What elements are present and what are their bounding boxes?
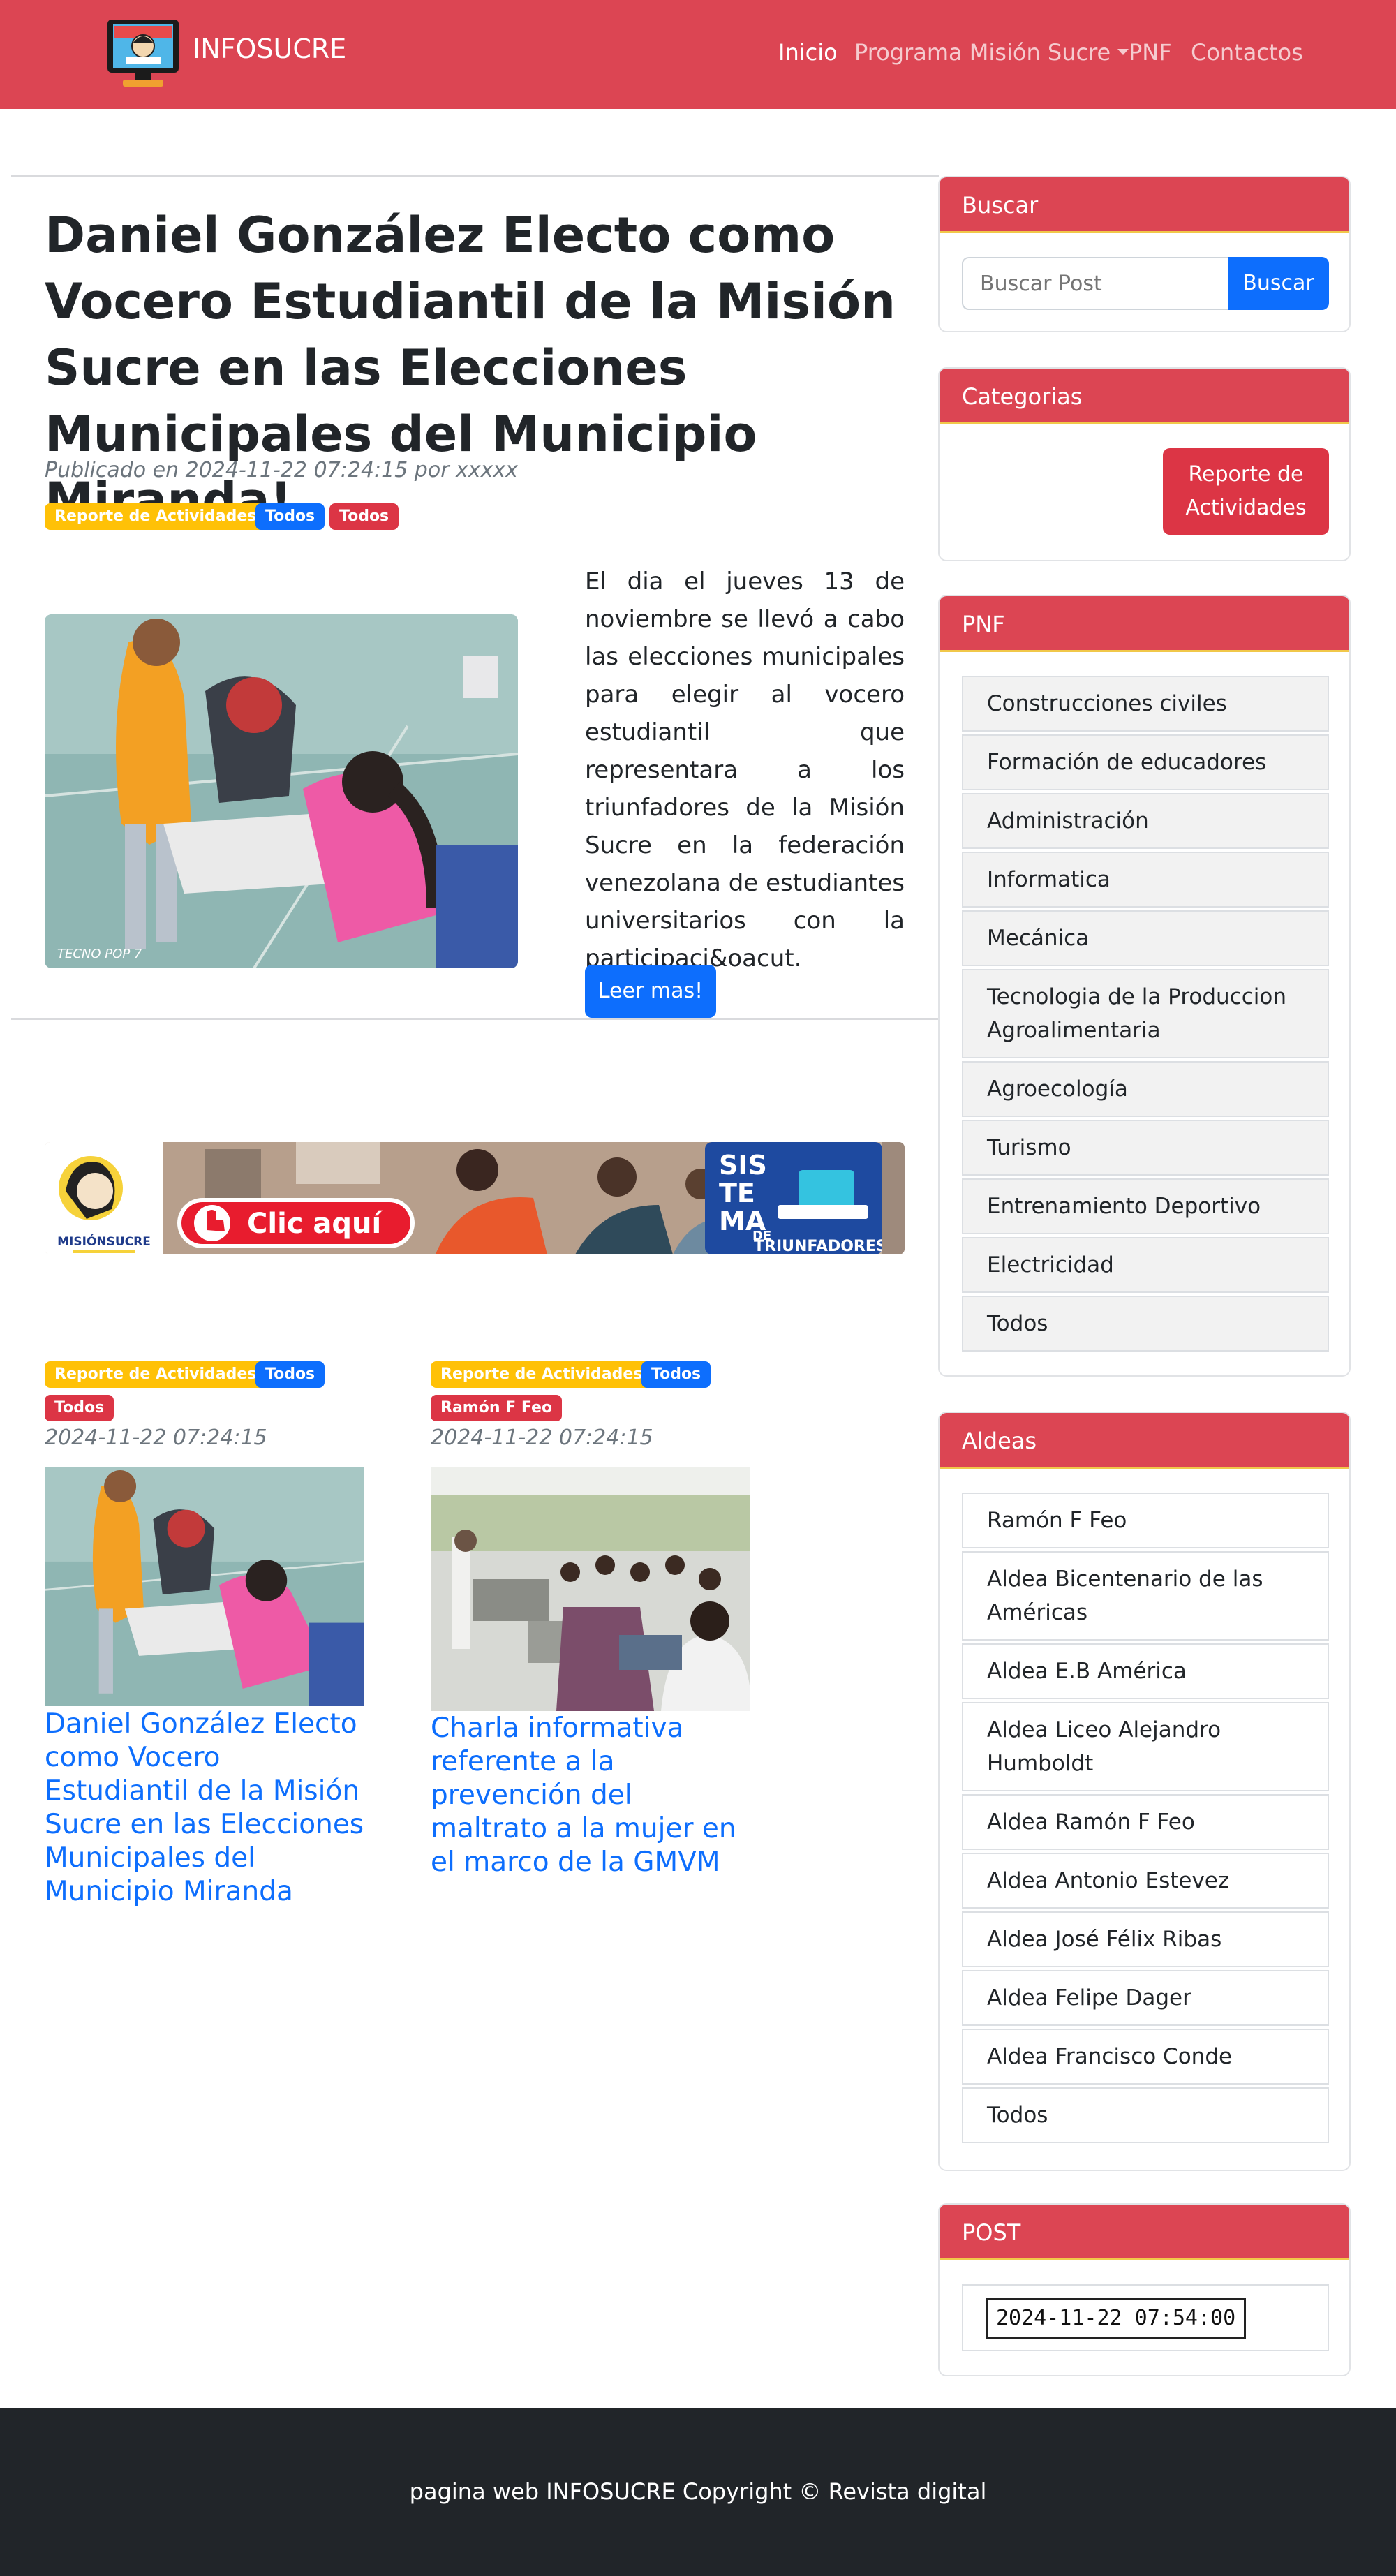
pnf-item[interactable]: Todos — [962, 1296, 1329, 1352]
post-list-item[interactable]: 2024-11-22 07:54:00 — [962, 2284, 1329, 2351]
pnf-widget: PNF Construcciones civiles Formación de … — [938, 595, 1351, 1377]
aldea-item[interactable]: Aldea Liceo Alejandro Humboldt — [962, 1702, 1329, 1791]
nav-link-inicio[interactable]: Inicio — [778, 39, 838, 66]
footer-copyright: pagina web INFOSUCRE Copyright © Revista… — [409, 2478, 987, 2505]
promo-banner[interactable]: MISIÓNSUCRE Clic aquí SIS TE MA DE TRIUN… — [45, 1142, 905, 1254]
card-badge-category[interactable]: Reporte de Actividades — [45, 1361, 267, 1388]
pnf-item[interactable]: Informatica — [962, 852, 1329, 908]
aldea-item[interactable]: Aldea Ramón F Feo — [962, 1794, 1329, 1850]
post-meta: Publicado en 2024-11-22 07:24:15 por xxx… — [45, 458, 518, 482]
banner-logo-text: MISIÓNSUCRE — [57, 1234, 151, 1249]
search-button[interactable]: Buscar — [1228, 257, 1329, 310]
aldea-item[interactable]: Aldea José Félix Ribas — [962, 1911, 1329, 1967]
nav-link-label: Programa Misión Sucre — [854, 39, 1111, 66]
search-widget: Buscar Buscar — [938, 176, 1351, 332]
card-badge-category[interactable]: Reporte de Actividades — [431, 1361, 653, 1388]
footer: pagina web INFOSUCRE Copyright © Revista… — [0, 2408, 1396, 2576]
card-badge-pnf[interactable]: Todos — [641, 1361, 711, 1388]
post-widget: POST 2024-11-22 07:54:00 — [938, 2203, 1351, 2376]
category-button-reporte[interactable]: Reporte de Actividades — [1163, 448, 1329, 535]
divider — [11, 1018, 939, 1020]
banner-cta-text: Clic aquí — [247, 1208, 383, 1240]
pnf-item[interactable]: Entrenamiento Deportivo — [962, 1178, 1329, 1234]
badge-pnf[interactable]: Todos — [255, 503, 325, 530]
photo-watermark: TECNO POP 7 — [57, 947, 142, 961]
badge-aldea[interactable]: Todos — [329, 503, 399, 530]
aldeas-widget: Aldeas Ramón F Feo Aldea Bicentenario de… — [938, 1412, 1351, 2171]
card-badge-pnf[interactable]: Todos — [255, 1361, 325, 1388]
pnf-item[interactable]: Construcciones civiles — [962, 676, 1329, 732]
card-date: 2024-11-22 07:24:15 — [45, 1426, 267, 1450]
nav-link-programa-mision-sucre[interactable]: Programa Misión Sucre — [854, 39, 1129, 66]
brand-name[interactable]: INFOSUCRE — [193, 34, 346, 64]
card-image[interactable] — [45, 1467, 364, 1706]
post-title: Daniel González Electo como Vocero Estud… — [45, 207, 896, 529]
brand-logo-icon[interactable] — [105, 17, 181, 89]
pnf-item[interactable]: Mecánica — [962, 910, 1329, 966]
aldea-item[interactable]: Aldea Bicentenario de las Américas — [962, 1551, 1329, 1641]
card-title-link[interactable]: Charla informativa referente a la preven… — [431, 1712, 752, 1879]
aldea-item[interactable]: Aldea Antonio Estevez — [962, 1853, 1329, 1909]
search-input[interactable] — [962, 257, 1228, 310]
aldea-item[interactable]: Aldea Francisco Conde — [962, 2029, 1329, 2085]
card-image[interactable] — [431, 1467, 750, 1711]
widget-title: POST — [940, 2205, 1349, 2260]
categories-widget: Categorias Reporte de Actividades — [938, 367, 1351, 561]
widget-title: Categorias — [940, 369, 1349, 424]
svg-text:TRIUNFADORES: TRIUNFADORES — [754, 1238, 887, 1254]
svg-text:SIS: SIS — [719, 1150, 767, 1180]
pnf-item[interactable]: Electricidad — [962, 1237, 1329, 1293]
badge-category[interactable]: Reporte de Actividades — [45, 503, 267, 530]
pnf-item[interactable]: Turismo — [962, 1120, 1329, 1176]
nav-link-pnf[interactable]: PNF — [1129, 39, 1172, 66]
widget-title: Buscar — [940, 177, 1349, 233]
divider — [11, 175, 939, 177]
svg-text:TE: TE — [719, 1178, 755, 1208]
widget-title: Aldeas — [940, 1413, 1349, 1469]
pnf-item[interactable]: Administración — [962, 793, 1329, 849]
aldea-item[interactable]: Aldea Felipe Dager — [962, 1970, 1329, 2026]
read-more-button[interactable]: Leer mas! — [585, 965, 716, 1018]
widget-title: PNF — [940, 596, 1349, 652]
navbar: INFOSUCRE Inicio Programa Misión Sucre P… — [0, 0, 1396, 109]
aldea-item[interactable]: Ramón F Feo — [962, 1493, 1329, 1548]
post-image[interactable]: TECNO POP 7 — [45, 614, 518, 968]
pnf-item[interactable]: Agroecología — [962, 1061, 1329, 1117]
card-date: 2024-11-22 07:24:15 — [431, 1426, 653, 1450]
card-badge-aldea[interactable]: Ramón F Feo — [431, 1395, 563, 1421]
pnf-item[interactable]: Formación de educadores — [962, 734, 1329, 790]
card-badge-aldea[interactable]: Todos — [45, 1395, 114, 1421]
post-date: 2024-11-22 07:54:00 — [986, 2298, 1247, 2339]
pnf-item[interactable]: Tecnologia de la Produccion Agroalimenta… — [962, 969, 1329, 1058]
nav-link-contactos[interactable]: Contactos — [1191, 39, 1303, 66]
aldea-item[interactable]: Todos — [962, 2087, 1329, 2143]
aldea-item[interactable]: Aldea E.B América — [962, 1643, 1329, 1699]
search-form: Buscar — [962, 257, 1329, 310]
chevron-down-icon — [1117, 48, 1129, 55]
post-excerpt: El dia el jueves 13 de noviembre se llev… — [585, 568, 905, 972]
card-title-link[interactable]: Daniel González Electo como Vocero Estud… — [45, 1708, 366, 1909]
